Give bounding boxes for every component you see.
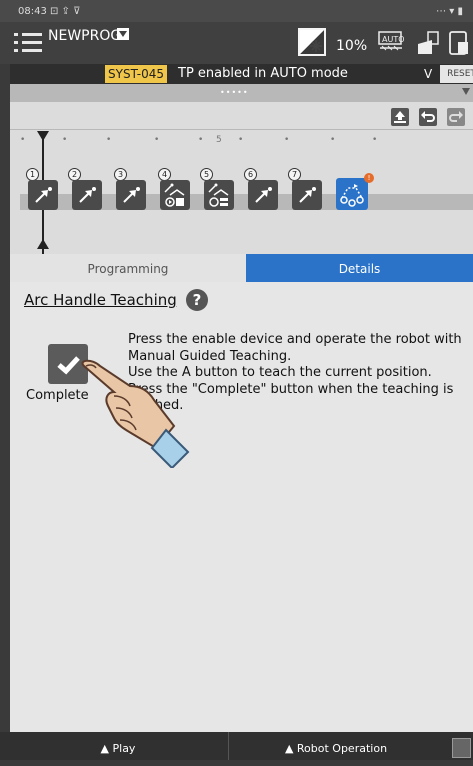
page-title: Arc Handle Teaching (24, 291, 177, 309)
linear-motion-icon[interactable] (72, 180, 102, 210)
ruler-tick: • (284, 135, 290, 145)
app-header: NEWPROG 10% AUTO (0, 22, 473, 64)
alarm-expand-button[interactable]: V (424, 64, 432, 84)
warning-badge: ! (364, 173, 374, 183)
ruler-tick: • (238, 135, 244, 145)
detail-tabs: Programming Details (10, 254, 473, 284)
alarm-code: SYST-045 (105, 65, 168, 83)
cursor-bottom-arrow[interactable] (37, 239, 49, 249)
svg-text:AUTO: AUTO (382, 35, 404, 44)
program-timeline[interactable]: • • • • • 5 • • • • 1 2 3 4 5 6 7 ! (10, 102, 473, 254)
upload-icon[interactable] (391, 108, 409, 126)
timeline-separator (10, 129, 473, 130)
bottom-bar: ▲ Play ▲ Robot Operation (0, 732, 473, 760)
ruler-tick: • (198, 135, 204, 145)
tab-programming[interactable]: Programming (10, 254, 246, 284)
panel-drag-handle[interactable]: ••••• (10, 84, 473, 102)
menu-icon[interactable] (14, 30, 42, 56)
ruler-tick: • (154, 135, 160, 145)
linear-motion-icon[interactable] (28, 180, 58, 210)
pointing-hand-icon (81, 359, 190, 468)
cursor-top-arrow[interactable] (37, 131, 49, 141)
help-button[interactable]: ? (186, 289, 208, 311)
linear-motion-icon[interactable] (292, 180, 322, 210)
play-button[interactable]: ▲ Play (10, 732, 226, 760)
redo-icon[interactable] (447, 108, 465, 126)
ruler-label: 5 (216, 135, 222, 145)
ruler-tick: • (106, 135, 112, 145)
alarm-bar[interactable]: SYST-045 TP enabled in AUTO mode V RESET (10, 64, 473, 84)
alarm-message: TP enabled in AUTO mode (178, 66, 348, 81)
teach-pendant-icon[interactable] (414, 30, 440, 56)
reset-button[interactable]: RESET (440, 65, 473, 83)
drag-dots: ••••• (220, 88, 249, 97)
keyboard-icon[interactable] (452, 738, 471, 758)
arc-handle-teach-icon[interactable] (336, 178, 368, 210)
program-dropdown-icon[interactable] (117, 28, 129, 40)
speed-override-value[interactable]: 10% (336, 38, 367, 54)
undo-icon[interactable] (419, 108, 437, 126)
details-panel: Arc Handle Teaching ? Complete Press the… (10, 282, 473, 732)
tab-details[interactable]: Details (246, 254, 473, 282)
ruler-tick: • (372, 135, 378, 145)
linear-motion-icon[interactable] (248, 180, 278, 210)
arc-start-icon[interactable] (160, 180, 190, 210)
ruler-tick: • (62, 135, 68, 145)
status-time: 08:43 ⊡ ⇪ ⊽ (18, 6, 81, 17)
ruler-tick: • (20, 135, 26, 145)
program-name[interactable]: NEWPROG (48, 28, 121, 44)
enable-switch-icon[interactable] (448, 30, 470, 56)
collapse-triangle-icon[interactable] (462, 88, 470, 95)
system-status-bar: 08:43 ⊡ ⇪ ⊽ ⋯ ▾ ▮ (0, 0, 473, 22)
auto-mode-icon[interactable]: AUTO (378, 30, 405, 52)
status-icons: ⋯ ▾ ▮ (436, 6, 463, 17)
instruction-line: Press the enable device and operate the … (128, 332, 462, 347)
ruler-tick: • (330, 135, 336, 145)
robot-operation-button[interactable]: ▲ Robot Operation (228, 732, 443, 760)
arc-end-icon[interactable] (204, 180, 234, 210)
speed-override-icon[interactable] (298, 28, 326, 56)
linear-motion-icon[interactable] (116, 180, 146, 210)
